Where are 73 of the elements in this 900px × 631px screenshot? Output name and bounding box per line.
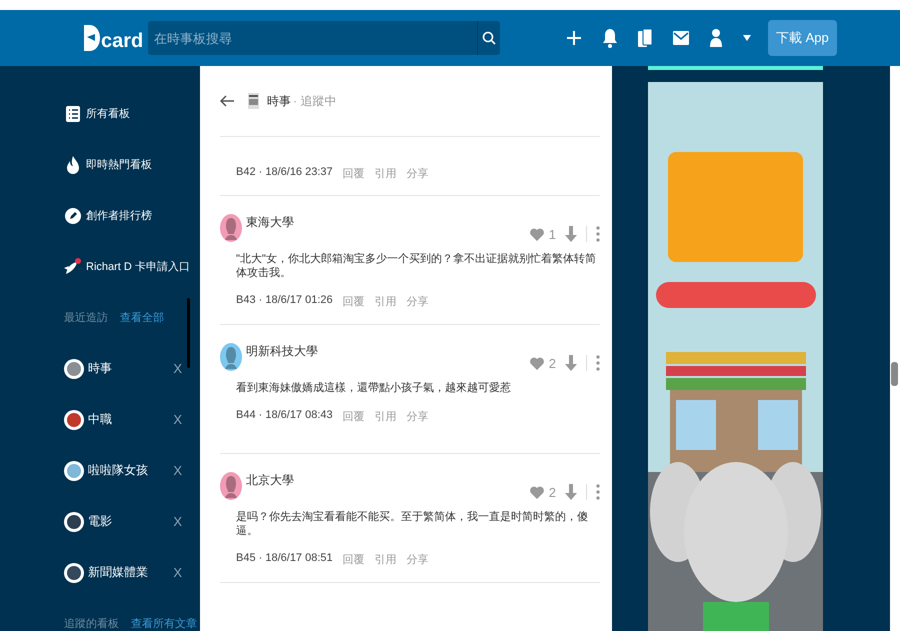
- reply-link[interactable]: 回覆: [342, 166, 365, 181]
- comment-text: 是吗？你先去淘宝看看能不能买。至于繁简体，我一直是时简时繁的，傻逼。: [236, 510, 589, 538]
- view-all-link[interactable]: 查看全部: [120, 310, 164, 325]
- more-icon[interactable]: [596, 226, 600, 242]
- nav-item[interactable]: 即時熱門看板: [64, 139, 200, 190]
- share-link[interactable]: 分享: [406, 294, 429, 309]
- download-app-button[interactable]: 下載 App: [768, 20, 837, 56]
- board-link[interactable]: 新聞媒體業: [88, 564, 174, 581]
- pen-icon: [64, 208, 82, 224]
- board-link[interactable]: 中職: [88, 411, 174, 428]
- like-count: 2: [548, 484, 556, 500]
- nav-item[interactable]: 所有看板: [64, 88, 200, 139]
- remove-button[interactable]: X: [173, 514, 182, 529]
- down-arrow-icon[interactable]: [565, 226, 577, 242]
- scrollbar[interactable]: [187, 298, 190, 368]
- caret-icon[interactable]: [743, 35, 751, 41]
- user-icon[interactable]: [710, 28, 722, 48]
- cards-icon[interactable]: [638, 28, 652, 48]
- floor-and-time: B45 · 18/6/17 08:51: [236, 552, 333, 566]
- author-name: 北京大學: [246, 472, 294, 489]
- section-title: 最近造訪: [64, 310, 108, 325]
- back-arrow-icon[interactable]: [220, 95, 234, 107]
- nav-item[interactable]: Richart D 卡申請入口: [64, 241, 200, 292]
- quote-link[interactable]: 引用: [374, 294, 397, 309]
- logo-text[interactable]: card: [101, 31, 144, 51]
- like-count: 2: [548, 356, 556, 370]
- quote-link[interactable]: 引用: [374, 409, 397, 424]
- rocket-icon: [64, 258, 82, 276]
- down-arrow-icon[interactable]: [565, 355, 577, 371]
- comment-text: 看到東海妹傲嬌成這樣，還帶點小孩子氣，越來越可愛惹: [236, 381, 512, 395]
- floor-and-time: B44 · 18/6/17 08:43: [236, 409, 333, 423]
- scrollbar[interactable]: [890, 66, 900, 631]
- newspaper-icon: [248, 93, 259, 109]
- reply-link[interactable]: 回覆: [342, 552, 365, 567]
- remove-button[interactable]: X: [173, 412, 182, 427]
- logo-icon: [84, 25, 100, 51]
- board-link[interactable]: 電影: [88, 513, 174, 530]
- view-all-posts-link[interactable]: 查看所有文章: [131, 616, 197, 631]
- heart-icon[interactable]: [530, 228, 544, 240]
- more-icon[interactable]: [596, 484, 600, 500]
- heart-icon[interactable]: [530, 486, 544, 498]
- share-link[interactable]: 分享: [406, 166, 429, 181]
- nav-item[interactable]: 創作者排行榜: [64, 190, 200, 241]
- like-count: 1: [548, 226, 556, 242]
- quote-link[interactable]: 引用: [374, 552, 397, 567]
- board-name[interactable]: 時事: [267, 92, 291, 110]
- remove-button[interactable]: X: [173, 361, 182, 376]
- list-icon: [64, 106, 82, 122]
- down-arrow-icon[interactable]: [565, 484, 577, 500]
- author-name: 明新科技大學: [246, 343, 318, 360]
- search-icon[interactable]: [477, 21, 500, 55]
- search-field[interactable]: 在時事板搜尋: [148, 21, 477, 55]
- heart-icon[interactable]: [530, 356, 544, 370]
- share-link[interactable]: 分享: [406, 552, 429, 567]
- flame-icon: [64, 156, 82, 174]
- quote-link[interactable]: 引用: [374, 166, 397, 181]
- bell-icon[interactable]: [603, 28, 617, 48]
- plus-icon[interactable]: [566, 30, 582, 46]
- board-link[interactable]: 啦啦隊女孩: [88, 462, 174, 479]
- comment-text: "北大"女，你北大郎箱淘宝多少一个买到的？拿不出证据就别忙着繁体转简体攻击我。: [236, 252, 597, 280]
- author-name: 東海大學: [246, 214, 294, 231]
- floor-and-time: B43 · 18/6/17 01:26: [236, 294, 333, 308]
- reply-link[interactable]: 回覆: [342, 409, 365, 424]
- floor-and-time: B42 · 18/6/16 23:37: [236, 166, 333, 180]
- more-icon[interactable]: [596, 355, 600, 371]
- board-link[interactable]: 時事: [88, 360, 174, 377]
- follow-status: · 追蹤中: [293, 92, 336, 110]
- remove-button[interactable]: X: [173, 565, 182, 580]
- reply-link[interactable]: 回覆: [342, 294, 365, 309]
- share-link[interactable]: 分享: [406, 409, 429, 424]
- mail-icon[interactable]: [673, 31, 689, 45]
- section-title: 追蹤的看板: [64, 617, 119, 631]
- remove-button[interactable]: X: [173, 463, 182, 478]
